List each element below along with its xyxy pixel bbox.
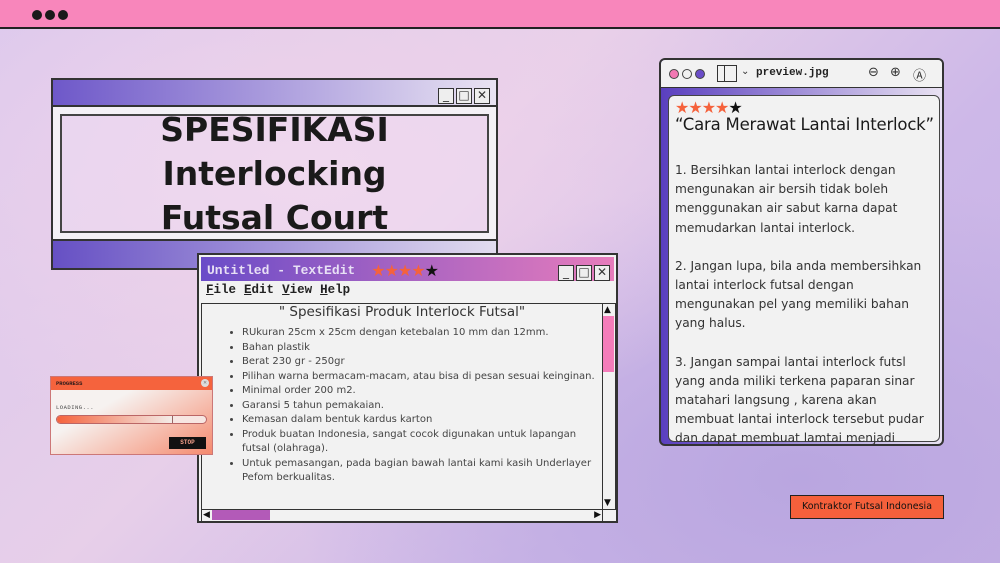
document-area[interactable]: " Spesifikasi Produk Interlock Futsal" R… — [201, 303, 603, 510]
star-icon: ★ — [371, 261, 385, 280]
markup-icon[interactable]: Ⓐ — [913, 65, 926, 84]
star-icon: ★ — [397, 261, 412, 280]
spec-list: RUkuran 25cm x 25cm dengan ketebalan 10 … — [202, 326, 602, 486]
menu-bar: File Edit View Help — [199, 281, 616, 301]
scroll-left-icon[interactable]: ◀ — [203, 510, 210, 520]
rating-stars: ★★★★★ — [371, 261, 439, 280]
close-button[interactable]: ✕ — [474, 88, 490, 104]
file-name: preview.jpg — [756, 67, 829, 79]
menu-item[interactable]: Help — [320, 283, 350, 297]
care-tip: 2. Jangan lupa, bila anda membersihkan l… — [675, 258, 922, 331]
preview-toolbar: ⌄ preview.jpg ⊖ ⊕ Ⓐ — [661, 60, 942, 88]
preview-heading: “Cara Merawat Lantai Interlock” — [675, 115, 934, 134]
zoom-out-icon[interactable]: ⊖ — [868, 65, 879, 80]
list-item: Berat 230 gr - 250gr — [242, 355, 602, 370]
scroll-up-icon[interactable]: ▲ — [604, 305, 611, 315]
sidebar-toggle-icon[interactable] — [717, 65, 737, 82]
top-bar — [0, 0, 1000, 29]
page-title: SPESIFIKASI Interlocking Futsal Court — [60, 110, 489, 237]
horizontal-scrollbar[interactable]: ◀ ▶ — [201, 510, 603, 522]
care-tip: 3. Jangan sampai lantai interlock futsl … — [675, 354, 924, 446]
zoom-in-icon[interactable]: ⊕ — [890, 65, 901, 80]
minimize-dot[interactable] — [682, 69, 692, 79]
heading-line-2: Futsal Court — [160, 197, 389, 237]
close-icon[interactable]: ✕ — [201, 379, 209, 387]
close-button[interactable]: ✕ — [594, 264, 610, 281]
star-icon: ★ — [424, 261, 439, 280]
list-item: RUkuran 25cm x 25cm dengan ketebalan 10 … — [242, 326, 602, 341]
title-bar: _ □ ✕ — [53, 80, 496, 107]
progress-fill — [57, 416, 174, 423]
kontraktor-button[interactable]: Kontraktor Futsal Indonesia — [790, 495, 944, 519]
maximize-button[interactable]: □ — [576, 264, 592, 281]
dot-icon — [58, 10, 68, 20]
textedit-title-bar: Untitled - TextEdit ★★★★★ _ □ ✕ — [199, 255, 616, 281]
list-item: Bahan plastik — [242, 341, 602, 356]
list-item: Pilihan warna bermacam-macam, atau bisa … — [242, 370, 602, 385]
list-item: Kemasan dalam bentuk kardus karton — [242, 413, 602, 428]
dot-icon — [45, 10, 55, 20]
minimize-button[interactable]: _ — [438, 88, 454, 104]
star-icon: ★ — [384, 261, 399, 280]
vertical-scrollbar[interactable]: ▲ ▼ — [603, 303, 616, 510]
minimize-button[interactable]: _ — [558, 264, 574, 281]
list-item: Minimal order 200 m2. — [242, 384, 602, 399]
maximize-button[interactable]: □ — [456, 88, 472, 104]
window-title: Untitled - TextEdit — [207, 263, 356, 278]
scroll-down-icon[interactable]: ▼ — [604, 498, 611, 508]
loading-label: LOADING... — [56, 404, 95, 411]
list-item: Garansi 5 tahun pemakaian. — [242, 399, 602, 414]
list-item: Produk buatan Indonesia, sangat cocok di… — [242, 428, 602, 457]
zoom-dot[interactable] — [695, 69, 705, 79]
textedit-window: Untitled - TextEdit ★★★★★ _ □ ✕ File Edit Vi… — [197, 253, 618, 523]
preview-window: ⌄ preview.jpg ⊖ ⊕ Ⓐ ★★★★★ “Cara Merawat … — [659, 58, 944, 446]
progress-dialog: PROGRESS ✕ LOADING... STOP — [50, 376, 213, 455]
title-window: _ □ ✕ SPESIFIKASI Interlocking Futsal Court — [51, 78, 498, 270]
document-title: " Spesifikasi Produk Interlock Futsal" — [278, 304, 526, 320]
progress-bar — [56, 415, 207, 424]
scroll-thumb[interactable] — [212, 510, 270, 520]
menu-item[interactable]: Edit — [244, 283, 274, 297]
care-tip: 1. Bersihkan lantai interlock dengan men… — [675, 163, 898, 235]
chevron-down-icon[interactable]: ⌄ — [741, 66, 749, 77]
heading-line-1: SPESIFIKASI Interlocking — [160, 109, 389, 193]
star-icon: ★ — [411, 261, 425, 280]
progress-title-bar: PROGRESS ✕ — [51, 377, 212, 390]
scroll-thumb[interactable] — [603, 316, 614, 372]
close-dot[interactable] — [669, 69, 679, 79]
scroll-right-icon[interactable]: ▶ — [594, 510, 601, 520]
menu-item[interactable]: File — [206, 283, 236, 297]
progress-title: PROGRESS — [56, 380, 83, 387]
list-item: Untuk pemasangan, pada bagian bawah lant… — [242, 457, 602, 486]
dot-icon — [32, 10, 42, 20]
stop-button[interactable]: STOP — [169, 437, 206, 449]
menu-item[interactable]: View — [282, 283, 312, 297]
preview-content: ★★★★★ “Cara Merawat Lantai Interlock” 1.… — [668, 95, 940, 444]
